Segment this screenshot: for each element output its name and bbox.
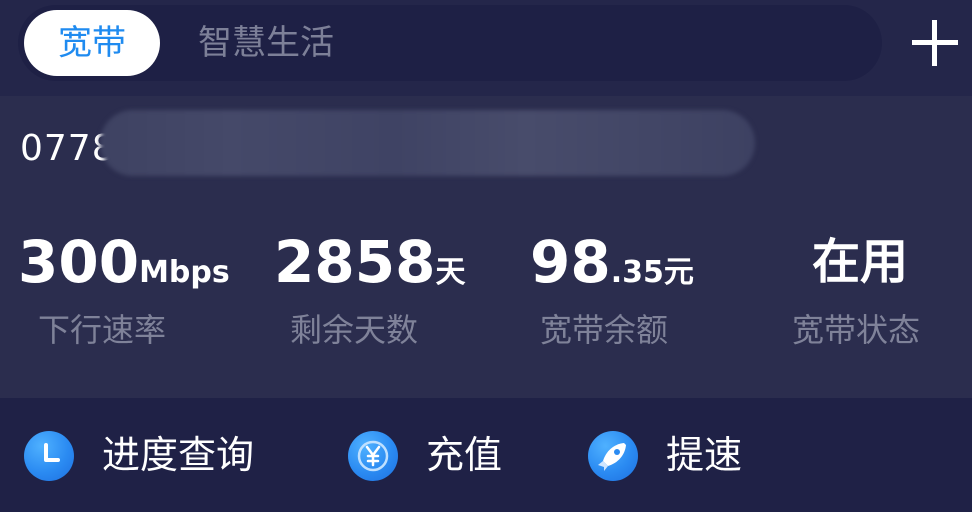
- broadband-balance-label: 宽带余额: [540, 311, 669, 349]
- broadband-status-label: 宽带状态: [792, 311, 921, 349]
- remaining-days-value: 2858天: [274, 222, 465, 317]
- quick-actions-bar: 进度查询 充值 提速: [0, 398, 972, 512]
- downlink-speed-label: 下行速率: [38, 311, 167, 349]
- plus-icon: [912, 20, 958, 66]
- stat-broadband-balance: 98.35元 宽带余额: [530, 222, 730, 362]
- tab-smart-life[interactable]: 智慧生活: [198, 10, 334, 76]
- recharge-label: 充值: [426, 433, 503, 477]
- clock-icon: [24, 431, 74, 481]
- remaining-days-label: 剩余天数: [290, 311, 419, 349]
- stat-remaining-days: 2858天 剩余天数: [274, 222, 474, 362]
- downlink-speed-value: 300Mbps: [18, 222, 230, 317]
- broadband-balance-decimal: .35: [610, 255, 664, 290]
- broadband-balance-integer: 98: [530, 228, 611, 296]
- downlink-speed-unit: Mbps: [139, 255, 230, 290]
- broadband-status-value: 在用: [812, 234, 909, 290]
- add-button[interactable]: [908, 16, 962, 70]
- top-bar: 宽带 智慧生活: [0, 0, 972, 96]
- tab-broadband[interactable]: 宽带: [24, 10, 160, 76]
- broadband-balance-unit: 元: [663, 255, 694, 290]
- stat-downlink-speed: 300Mbps 下行速率: [18, 222, 230, 362]
- stat-broadband-status: 在用 宽带状态: [792, 222, 962, 362]
- progress-query-label: 进度查询: [102, 433, 255, 477]
- tab-bar: 宽带 智慧生活: [18, 5, 882, 81]
- rocket-icon: [588, 431, 638, 481]
- stats-row: 300Mbps 下行速率 2858天 剩余天数 98.35元 宽带余额 在用 宽…: [0, 222, 972, 362]
- yuan-icon: [348, 431, 398, 481]
- remaining-days-number: 2858: [274, 228, 436, 296]
- speed-up-label: 提速: [666, 433, 743, 477]
- account-number-mask: [100, 110, 755, 176]
- broadband-balance-value: 98.35元: [530, 222, 694, 317]
- downlink-speed-number: 300: [18, 228, 140, 296]
- remaining-days-unit: 天: [435, 255, 466, 290]
